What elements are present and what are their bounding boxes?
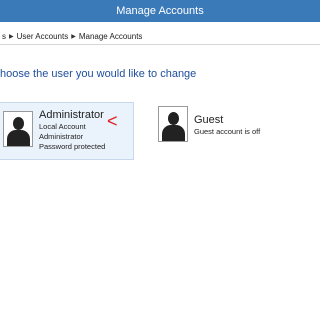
window-titlebar: Manage Accounts	[0, 0, 320, 22]
red-arrow-annotation: <	[107, 111, 118, 131]
user-avatar-icon	[3, 111, 33, 147]
chevron-right-icon: ▶	[71, 33, 76, 40]
breadcrumb-item-user-accounts[interactable]: User Accounts	[15, 32, 71, 41]
account-status: Guest account is off	[194, 127, 261, 136]
page-heading: hoose the user you would like to change	[0, 68, 197, 80]
account-name: Guest	[194, 114, 224, 126]
breadcrumb[interactable]: s ▶ User Accounts ▶ Manage Accounts	[0, 28, 320, 45]
window-title: Manage Accounts	[116, 5, 204, 17]
account-name: Administrator	[39, 109, 104, 121]
account-type: Local Account	[39, 122, 86, 131]
breadcrumb-item-manage-accounts[interactable]: Manage Accounts	[77, 32, 145, 41]
account-password-status: Password protected	[39, 142, 106, 151]
chevron-right-icon: ▶	[9, 33, 14, 40]
account-tile-guest[interactable]: Guest Guest account is off	[158, 106, 288, 156]
user-avatar-icon	[158, 106, 188, 142]
breadcrumb-item[interactable]: s	[0, 32, 8, 41]
account-role: Administrator	[39, 132, 84, 141]
